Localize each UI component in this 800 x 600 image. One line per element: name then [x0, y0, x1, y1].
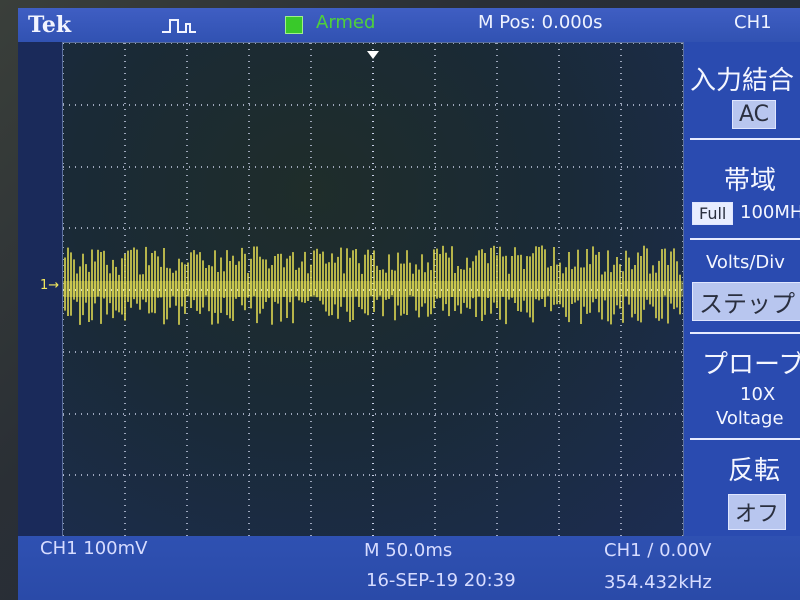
brand-logo: Tek — [28, 12, 72, 38]
ch1-scale-readout: CH1 100mV — [40, 538, 148, 559]
probe-title: プローブ — [702, 350, 800, 380]
volts-div-title: Volts/Div — [706, 252, 785, 273]
coupling-value-button[interactable]: AC — [732, 100, 777, 129]
bandwidth-title: 帯域 — [724, 166, 777, 196]
date-time-readout: 16-SEP-19 20:39 — [366, 570, 516, 591]
trigger-pulse-icon — [162, 19, 196, 33]
trigger-level-readout: CH1 ∕ 0.00V — [604, 540, 712, 561]
menu-divider — [690, 138, 800, 140]
trigger-position-marker-icon — [367, 51, 379, 59]
menu-divider — [690, 238, 800, 240]
invert-title: 反転 — [728, 456, 781, 486]
bandwidth-full-button[interactable]: Full — [692, 202, 734, 225]
channel-side-menu: 入力結合 AC 帯域 Full 100MHz Volts/Div ステップ プロ… — [684, 42, 800, 536]
coupling-title: 入力結合 — [690, 66, 795, 96]
probe-ratio: 10X — [740, 384, 776, 405]
invert-value-button[interactable]: オフ — [728, 494, 787, 530]
menu-divider — [690, 438, 800, 440]
volts-div-value-button[interactable]: ステップ — [692, 282, 800, 321]
timebase-readout: M 50.0ms — [364, 540, 453, 561]
channel-menu-title: CH1 — [734, 12, 772, 33]
bandwidth-value: 100MHz — [740, 202, 800, 223]
armed-indicator-icon — [285, 16, 303, 34]
top-status-bar — [18, 8, 800, 42]
horizontal-position-readout: M Pos: 0.000s — [478, 12, 603, 33]
probe-type: Voltage — [716, 408, 784, 429]
waveform-display — [62, 42, 684, 538]
ch1-ground-marker: 1→ — [40, 278, 60, 293]
waveform-graticule — [63, 43, 683, 537]
menu-divider — [690, 332, 800, 334]
trigger-status: Armed — [316, 12, 376, 33]
ch1-trace-core — [63, 281, 683, 297]
frequency-readout: 354.432kHz — [604, 572, 712, 593]
